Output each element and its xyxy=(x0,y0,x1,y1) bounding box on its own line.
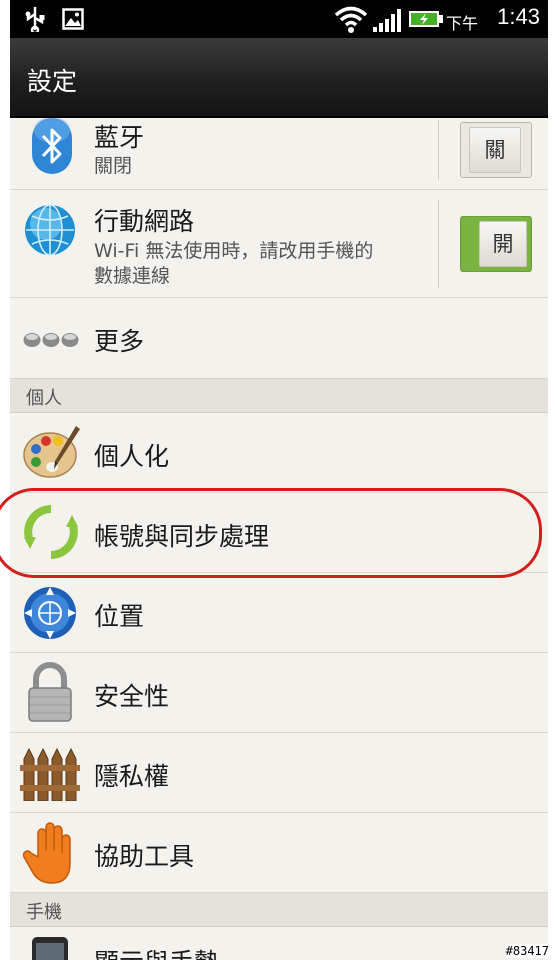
bluetooth-status: 關閉 xyxy=(94,155,133,177)
location-label: 位置 xyxy=(94,602,145,631)
bluetooth-label: 藍牙 xyxy=(94,123,145,152)
bluetooth-icon xyxy=(32,118,72,174)
settings-item-personalize[interactable]: 個人化 xyxy=(10,413,548,493)
usb-icon xyxy=(25,7,45,32)
personalize-label: 個人化 xyxy=(94,442,170,471)
watermark: #83417 xyxy=(505,944,549,958)
section-header-personal: 個人 xyxy=(10,379,548,413)
settings-item-mobile-network[interactable]: 行動網路 Wi-Fi 無法使用時，請改用手機的 數據連線 開 xyxy=(10,190,548,298)
lock-icon xyxy=(28,662,72,722)
more-label: 更多 xyxy=(94,327,145,356)
status-bar: 下午 1:43 xyxy=(10,0,548,38)
section-phone-label: 手機 xyxy=(26,902,62,923)
status-ampm: 下午 xyxy=(445,14,478,33)
title-bar: 設定 xyxy=(10,38,548,118)
bluetooth-toggle[interactable]: 關 xyxy=(460,122,532,178)
highlight-ring xyxy=(0,488,542,578)
phone-icon xyxy=(32,937,68,960)
privacy-label: 隱私權 xyxy=(94,762,170,791)
settings-item-privacy[interactable]: 隱私權 xyxy=(10,733,548,813)
mobile-network-label: 行動網路 xyxy=(94,207,195,236)
globe-icon xyxy=(25,204,75,256)
mobile-network-desc-line2: 數據連線 xyxy=(94,265,171,287)
settings-item-bluetooth[interactable]: 藍牙 關閉 關 xyxy=(10,118,548,190)
bluetooth-toggle-label: 關 xyxy=(469,127,521,173)
settings-item-display-gestures[interactable]: 顯示與手勢 xyxy=(10,927,548,960)
wifi-icon xyxy=(334,6,368,33)
settings-item-security[interactable]: 安全性 xyxy=(10,653,548,733)
fence-icon xyxy=(20,747,80,801)
battery-charging-icon xyxy=(409,11,443,27)
mobile-network-toggle-label: 開 xyxy=(479,221,527,267)
settings-item-more[interactable]: 更多 xyxy=(10,298,548,379)
row-divider xyxy=(438,200,439,288)
accessibility-label: 協助工具 xyxy=(94,842,195,871)
section-personal-label: 個人 xyxy=(26,388,62,409)
signal-icon xyxy=(373,9,401,32)
image-icon xyxy=(62,8,84,30)
page-title: 設定 xyxy=(27,67,78,96)
row-divider xyxy=(438,120,439,180)
security-label: 安全性 xyxy=(94,682,170,711)
settings-item-location[interactable]: 位置 xyxy=(10,573,548,653)
hand-icon xyxy=(22,822,71,884)
more-dots-icon xyxy=(23,333,79,347)
mobile-network-toggle[interactable]: 開 xyxy=(460,216,532,272)
settings-item-accessibility[interactable]: 協助工具 xyxy=(10,813,548,893)
mobile-network-desc-line1: Wi-Fi 無法使用時，請改用手機的 xyxy=(94,240,374,262)
location-compass-icon xyxy=(24,587,76,639)
display-gestures-label: 顯示與手勢 xyxy=(94,943,219,960)
settings-screen: 下午 1:43 設定 藍牙 關閉 關 行動網路 Wi-Fi 無法使用時，請改用手… xyxy=(10,0,548,960)
section-header-phone: 手機 xyxy=(10,893,548,927)
palette-icon xyxy=(23,426,80,478)
status-time: 1:43 xyxy=(497,4,540,29)
